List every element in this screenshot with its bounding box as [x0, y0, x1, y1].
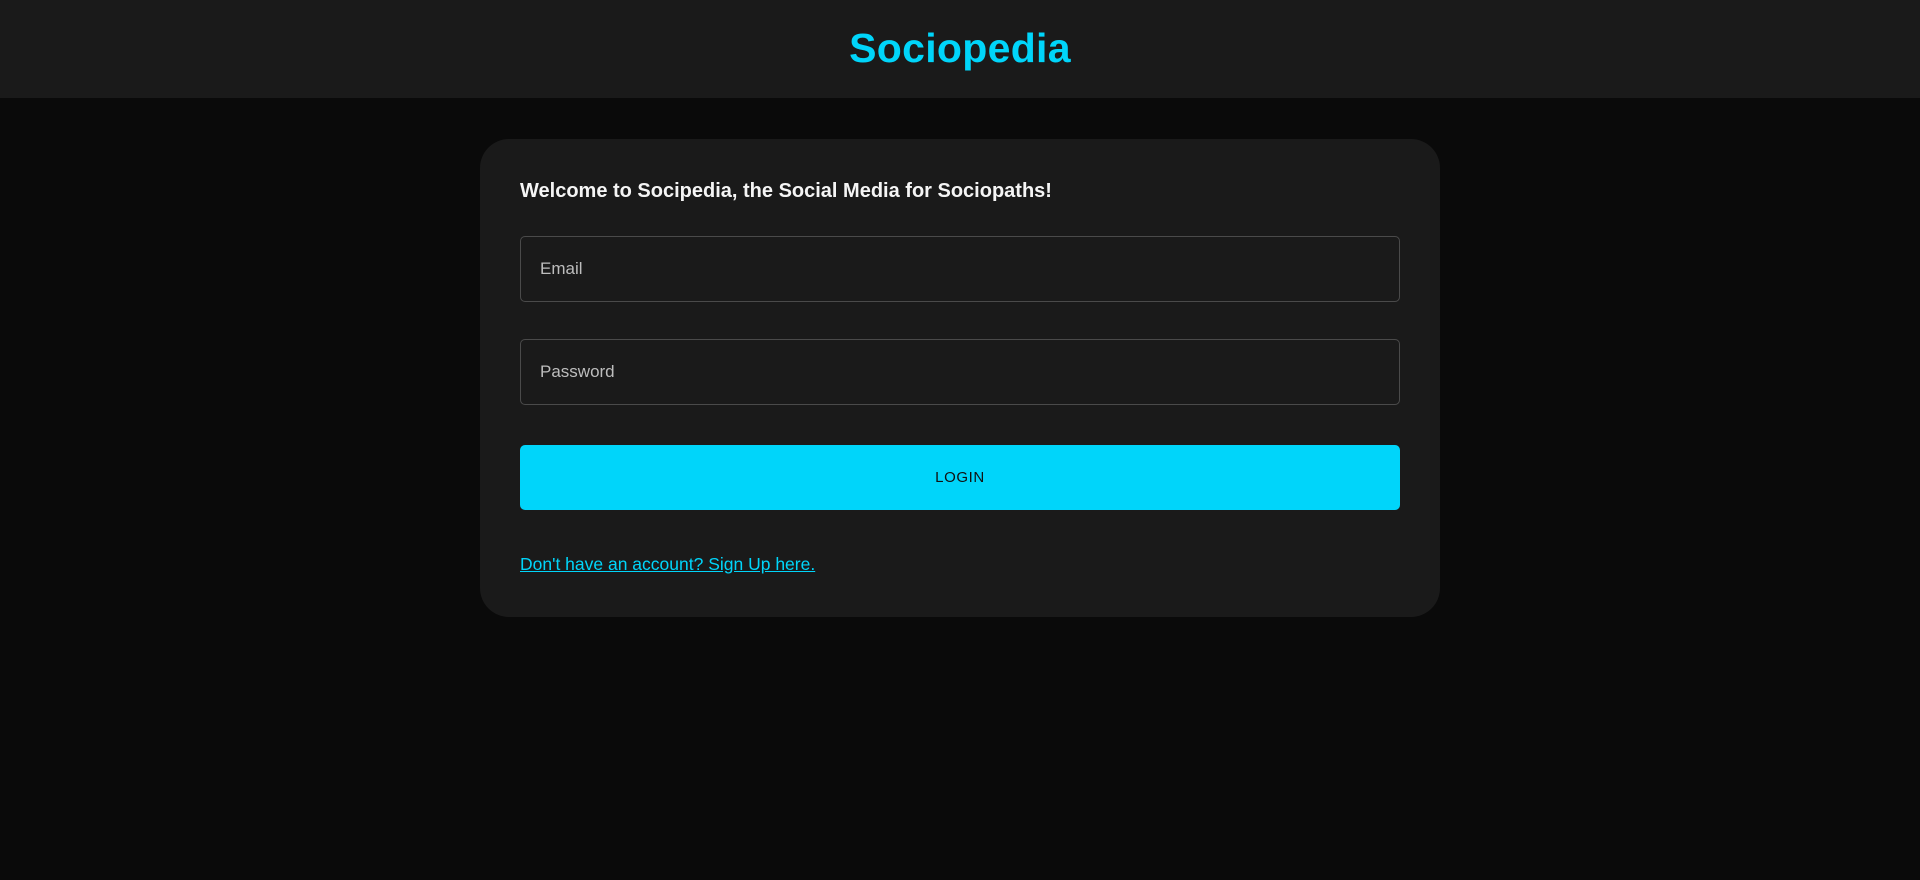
password-field-container[interactable] [520, 339, 1400, 405]
email-field-container[interactable] [520, 236, 1400, 302]
welcome-heading: Welcome to Socipedia, the Social Media f… [520, 180, 1052, 202]
brand-logo[interactable]: Sociopedia [849, 25, 1071, 72]
email-input[interactable] [538, 258, 1382, 280]
login-button[interactable]: LOGIN [520, 445, 1400, 510]
page: Sociopedia Welcome to Socipedia, the Soc… [0, 0, 1920, 880]
top-bar: Sociopedia [0, 0, 1920, 98]
login-card: Welcome to Socipedia, the Social Media f… [480, 139, 1440, 617]
password-input[interactable] [538, 361, 1382, 383]
signup-link[interactable]: Don't have an account? Sign Up here. [520, 554, 815, 575]
